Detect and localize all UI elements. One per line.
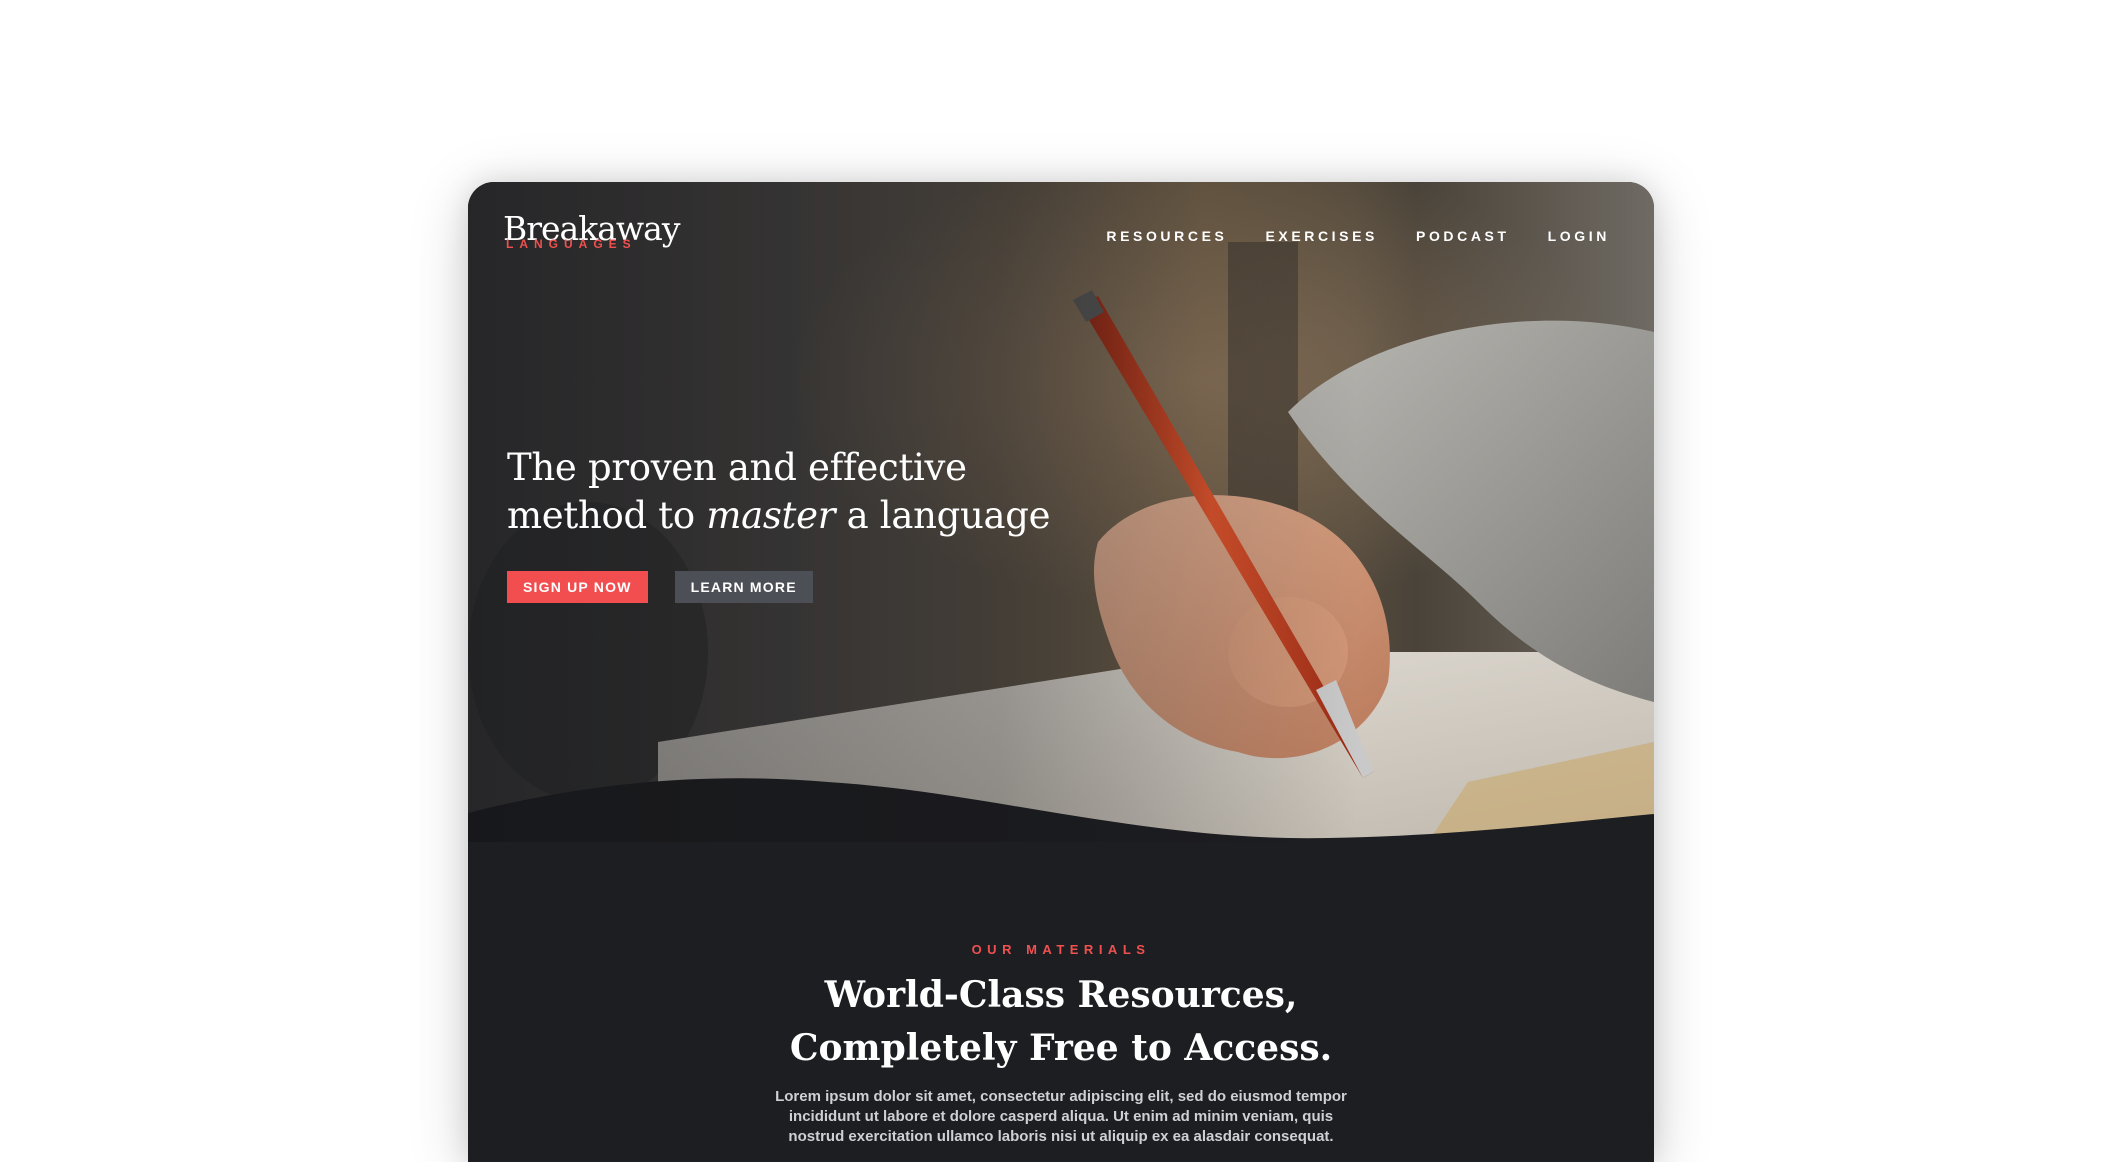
main-nav: RESOURCES EXERCISES PODCAST LOGIN [1106,228,1610,244]
hero-headline: The proven and effective method to maste… [507,444,1127,540]
browser-frame: Breakaway LANGUAGES RESOURCES EXERCISES … [468,182,1654,1162]
nav-item-exercises[interactable]: EXERCISES [1265,228,1378,244]
section-body-text: Lorem ipsum dolor sit amet, consectetur … [775,1088,1347,1145]
hero-section: Breakaway LANGUAGES RESOURCES EXERCISES … [468,182,1654,842]
nav-item-login[interactable]: LOGIN [1548,228,1610,244]
hero-headline-line2-start: method to [507,494,707,537]
section-title-line1: World-Class Resources, [824,974,1298,1016]
hero-cta-group: SIGN UP NOW LEARN MORE [507,571,813,603]
learn-more-button[interactable]: LEARN MORE [674,571,813,603]
nav-item-resources[interactable]: RESOURCES [1106,228,1227,244]
hero-headline-line2-end: a language [835,494,1051,537]
sign-up-button[interactable]: SIGN UP NOW [507,571,648,603]
nav-item-podcast[interactable]: PODCAST [1416,228,1510,244]
brand-logo[interactable]: Breakaway LANGUAGES [503,212,680,252]
hero-headline-emphasis: master [706,494,836,537]
materials-section: OUR MATERIALS World-Class Resources, Com… [468,942,1654,1147]
hero-headline-line1: The proven and effective [507,446,967,489]
section-title-line2: Completely Free to Access. [789,1027,1333,1069]
section-eyebrow: OUR MATERIALS [971,942,1151,957]
section-title: World-Class Resources, Completely Free t… [711,969,1411,1075]
